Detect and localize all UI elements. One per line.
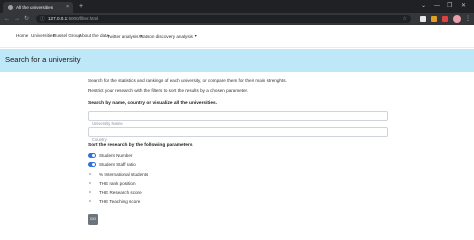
sort-heading: Sort the research by the following param… xyxy=(88,143,193,148)
tab-close-icon[interactable]: × xyxy=(66,3,69,12)
star-icon[interactable]: ☆ xyxy=(403,15,407,23)
switch-on[interactable] xyxy=(88,162,96,167)
option-label: Student Number xyxy=(99,153,133,158)
country-field xyxy=(88,127,388,144)
switch-off[interactable] xyxy=(88,181,96,186)
info-icon[interactable]: ⓘ xyxy=(40,15,45,23)
close-window-icon[interactable]: ✕ xyxy=(461,0,466,12)
option-label: THE rank position xyxy=(99,181,136,186)
site-navbar: Home Universities Russel Group About the… xyxy=(0,25,474,48)
url-path: :5000/filter.html xyxy=(67,16,99,21)
url-input[interactable]: ⓘ 127.0.0.1:5000/filter.html ☆ xyxy=(36,15,411,23)
nav-home[interactable]: Home xyxy=(16,32,28,40)
url-text: 127.0.0.1:5000/filter.html xyxy=(48,15,98,23)
caret-down-icon: ▼ xyxy=(193,34,198,38)
nav-twitter-label: Twitter analysis xyxy=(107,34,139,39)
tab-search-icon[interactable]: ⌄ xyxy=(421,0,426,12)
extension-icon[interactable] xyxy=(431,16,437,22)
nav-russel-group[interactable]: Russel Group xyxy=(53,32,81,40)
kebab-menu-icon[interactable]: ⋮ xyxy=(465,13,471,25)
forward-arrow-icon[interactable]: → xyxy=(14,13,20,25)
switch-off[interactable] xyxy=(88,190,96,195)
extension-icon[interactable] xyxy=(420,16,426,22)
option-label: Student Staff ratio xyxy=(99,162,136,167)
extension-icon[interactable] xyxy=(442,16,448,22)
nav-twitter-analysis[interactable]: Twitter analysis▼ xyxy=(107,32,143,41)
back-arrow-icon[interactable]: ← xyxy=(4,13,10,25)
switch-on[interactable] xyxy=(88,153,96,158)
browser-tab-bar: All the universities × + ⌄ — ❐ ✕ xyxy=(0,0,474,13)
url-host: 127.0.0.1 xyxy=(48,16,68,21)
option-label: % International students xyxy=(99,172,149,177)
maximize-icon[interactable]: ❐ xyxy=(447,0,452,12)
intro-line-1: Search for the statistics and rankings o… xyxy=(88,78,287,83)
university-name-field xyxy=(88,111,388,128)
reload-icon[interactable]: ↻ xyxy=(24,13,29,25)
tab-title: All the universities xyxy=(16,5,54,10)
option-label: THE Research score xyxy=(99,190,142,195)
nav-watson-label: Watson discovery analysis xyxy=(139,34,193,39)
go-button[interactable]: GO xyxy=(88,214,98,225)
browser-tab[interactable]: All the universities × xyxy=(3,2,73,13)
favicon-icon xyxy=(8,5,13,10)
page-header: Search for a university xyxy=(0,49,474,72)
new-tab-icon[interactable]: + xyxy=(79,1,83,12)
address-bar-row: ← → ↻ ⓘ 127.0.0.1:5000/filter.html ☆ ⋮ xyxy=(0,13,474,25)
nav-watson-analysis[interactable]: Watson discovery analysis▼ xyxy=(139,32,197,41)
search-heading: Search by name, country or visualize all… xyxy=(88,101,218,106)
intro-line-2: Restrict your research with the filters … xyxy=(88,88,249,93)
switch-off[interactable] xyxy=(88,199,96,204)
profile-avatar[interactable] xyxy=(453,15,461,23)
page-title: Search for a university xyxy=(5,55,81,64)
switch-off[interactable] xyxy=(88,172,96,177)
nav-universities[interactable]: Universities xyxy=(31,32,55,40)
option-label: THE Teaching score xyxy=(99,199,141,204)
nav-about-data[interactable]: About the data xyxy=(79,32,109,40)
minimize-icon[interactable]: — xyxy=(434,0,440,12)
